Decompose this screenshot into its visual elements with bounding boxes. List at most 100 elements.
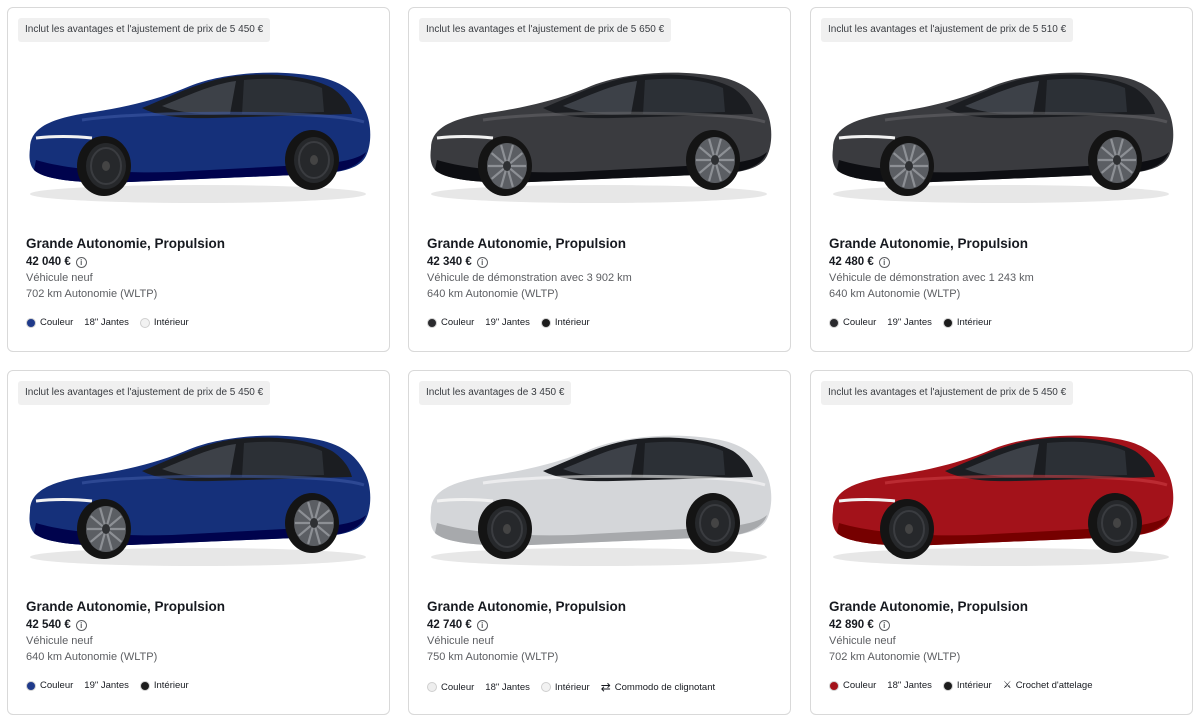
feature-label: Intérieur — [153, 317, 189, 328]
feature-item: 19" Jantes — [887, 317, 932, 328]
feature-label: Commodo de clignotant — [614, 681, 716, 693]
price-adjustment-badge: Inclut les avantages et l'ajustement de … — [18, 381, 271, 405]
vehicle-card[interactable]: Inclut les avantages de 3 450 € Grande Au… — [408, 370, 791, 715]
price-adjustment-badge: Inclut les avantages et l'ajustement de … — [821, 381, 1074, 405]
feature-item: 18" Jantes — [887, 680, 932, 691]
wheel — [478, 499, 532, 559]
range-wltp: 702 km Autonomie (WLTP) — [829, 651, 961, 663]
feature-item: Intérieur — [942, 680, 992, 691]
price-row: 42 890 € i — [829, 619, 890, 631]
feature-label: 18" Jantes — [887, 680, 932, 691]
price-row: 42 740 € i — [427, 619, 488, 631]
price: 42 890 € — [829, 619, 874, 631]
color-swatch-icon — [139, 680, 150, 691]
feature-label: 18" Jantes — [485, 681, 530, 693]
feature-item: Couleur — [829, 317, 876, 328]
wheel — [77, 136, 131, 196]
feature-label: 19" Jantes — [84, 680, 129, 691]
feature-item: ⚔ Crochet d'attelage — [1003, 680, 1093, 691]
color-swatch-icon — [139, 317, 150, 328]
wheel — [285, 130, 339, 190]
info-icon[interactable]: i — [878, 619, 890, 631]
range-wltp: 750 km Autonomie (WLTP) — [427, 651, 559, 663]
feature-label: Couleur — [441, 681, 475, 693]
feature-item: Couleur — [26, 317, 73, 328]
car-image — [29, 72, 371, 203]
feature-label: Crochet d'attelage — [1015, 680, 1093, 691]
headlight — [838, 498, 896, 503]
price-adjustment-badge: Inclut les avantages de 3 450 € — [419, 381, 572, 405]
vehicle-condition: Véhicule neuf — [427, 635, 494, 647]
wheel — [285, 493, 339, 553]
vehicle-title: Grande Autonomie, Propulsion — [427, 599, 627, 614]
feature-label: 19" Jantes — [485, 317, 530, 328]
range-wltp: 640 km Autonomie (WLTP) — [26, 651, 158, 663]
feature-list: Couleur 19" Jantes Intérieur — [829, 317, 992, 328]
price: 42 340 € — [427, 256, 472, 268]
feature-label: 19" Jantes — [887, 317, 932, 328]
wheel — [880, 499, 934, 559]
feature-item: Intérieur — [540, 317, 590, 328]
range-wltp: 640 km Autonomie (WLTP) — [829, 288, 961, 300]
color-swatch-icon — [427, 317, 437, 328]
headlight — [35, 498, 93, 503]
inventory-grid: Inclut les avantages et l'ajustement de … — [0, 0, 1200, 723]
vehicle-card[interactable]: Inclut les avantages et l'ajustement de … — [810, 370, 1193, 715]
vehicle-card[interactable]: Inclut les avantages et l'ajustement de … — [7, 370, 390, 715]
wheel — [686, 493, 740, 553]
headlight — [35, 135, 93, 140]
feature-item: Couleur — [427, 317, 474, 328]
color-swatch-icon — [540, 317, 551, 328]
color-swatch-icon — [427, 682, 437, 692]
info-icon[interactable]: i — [476, 256, 488, 268]
wheel — [880, 136, 934, 196]
info-icon[interactable]: i — [878, 256, 890, 268]
feature-label: Couleur — [40, 680, 74, 691]
headlight — [838, 135, 896, 140]
range-wltp: 640 km Autonomie (WLTP) — [427, 288, 559, 300]
tow-hitch-icon: ⚔ — [1002, 680, 1012, 691]
info-icon[interactable]: i — [476, 619, 488, 631]
price-row: 42 540 € i — [26, 619, 87, 631]
info-icon[interactable]: i — [75, 256, 87, 268]
info-icon[interactable]: i — [75, 619, 87, 631]
feature-label: Intérieur — [956, 317, 992, 328]
vehicle-card[interactable]: Inclut les avantages et l'ajustement de … — [408, 7, 791, 352]
vehicle-title: Grande Autonomie, Propulsion — [829, 236, 1029, 251]
wheel — [1088, 130, 1142, 190]
headlight — [436, 135, 494, 140]
price-row: 42 340 € i — [427, 256, 488, 268]
feature-item: 19" Jantes — [84, 680, 129, 691]
color-swatch-icon — [829, 680, 839, 691]
feature-item: Couleur — [427, 682, 474, 693]
headlight — [436, 498, 494, 503]
feature-item: 18" Jantes — [485, 682, 530, 693]
vehicle-condition: Véhicule de démonstration avec 1 243 km — [829, 272, 1034, 284]
feature-label: Intérieur — [554, 681, 590, 693]
feature-item: 19" Jantes — [485, 317, 530, 328]
range-wltp: 702 km Autonomie (WLTP) — [26, 288, 158, 300]
color-swatch-icon — [26, 317, 36, 328]
vehicle-card[interactable]: Inclut les avantages et l'ajustement de … — [7, 7, 390, 352]
vehicle-condition: Véhicule de démonstration avec 3 902 km — [427, 272, 632, 284]
vehicle-card[interactable]: Inclut les avantages et l'ajustement de … — [810, 7, 1193, 352]
feature-list: Couleur 18" Jantes Intérieur ⚔ Crochet d'att… — [829, 680, 1093, 691]
wheel — [478, 136, 532, 196]
feature-item: Intérieur — [540, 681, 590, 693]
vehicle-condition: Véhicule neuf — [26, 272, 93, 284]
price-adjustment-badge: Inclut les avantages et l'ajustement de … — [18, 18, 271, 42]
price: 42 040 € — [26, 256, 71, 268]
color-swatch-icon — [942, 317, 953, 328]
vehicle-title: Grande Autonomie, Propulsion — [26, 599, 226, 614]
feature-list: Couleur 19" Jantes Intérieur — [26, 680, 189, 691]
price: 42 740 € — [427, 619, 472, 631]
feature-item: Intérieur — [139, 317, 189, 328]
vehicle-title: Grande Autonomie, Propulsion — [26, 236, 226, 251]
feature-label: Couleur — [441, 317, 475, 328]
price-row: 42 040 € i — [26, 256, 87, 268]
vehicle-title: Grande Autonomie, Propulsion — [427, 236, 627, 251]
car-image — [430, 435, 772, 566]
vehicle-condition: Véhicule neuf — [829, 635, 896, 647]
price: 42 480 € — [829, 256, 874, 268]
feature-item: Couleur — [829, 680, 876, 691]
